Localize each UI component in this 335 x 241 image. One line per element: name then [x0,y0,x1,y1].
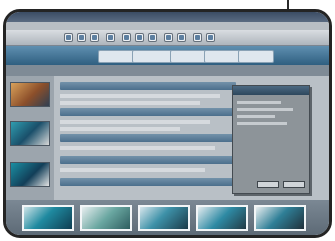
new-icon [66,35,71,40]
cut-icon [124,35,129,40]
dialog-cancel-button[interactable] [283,181,305,188]
filmstrip-thumb-3[interactable] [138,205,190,231]
menu-bar [6,22,329,30]
undo-button[interactable] [164,33,173,42]
dialog-text-line [237,122,287,125]
open-button[interactable] [77,33,86,42]
row-header-1[interactable] [60,82,236,90]
row-text-line [60,168,205,172]
ribbon-button-3[interactable] [170,50,206,63]
toolbar [6,30,329,46]
paste-icon [150,35,155,40]
redo-button[interactable] [177,33,186,42]
save-button[interactable] [90,33,99,42]
filmstrip-thumb-1[interactable] [22,205,74,231]
print-icon [108,35,113,40]
row-text-line [60,101,200,105]
new-button[interactable] [64,33,73,42]
paste-button[interactable] [148,33,157,42]
copy-button[interactable] [135,33,144,42]
title-bar [6,12,329,22]
open-icon [79,35,84,40]
screenshot-frame [3,9,332,238]
help-icon [208,35,213,40]
help-button[interactable] [206,33,215,42]
row-header-4[interactable] [60,156,236,164]
print-button[interactable] [106,33,115,42]
ribbon-button-4[interactable] [204,50,240,63]
row-text-line [60,146,215,150]
zoom-icon [195,35,200,40]
dialog-ok-button[interactable] [257,181,279,188]
row-text-line [60,127,180,131]
ribbon-bar [6,46,329,65]
copy-icon [137,35,142,40]
row-header-5[interactable] [60,178,236,186]
filmstrip-thumb-4[interactable] [196,205,248,231]
ribbon-button-2[interactable] [132,50,172,63]
dialog-title [233,86,309,95]
cut-button[interactable] [122,33,131,42]
filmstrip-thumb-5[interactable] [254,205,306,231]
undo-icon [166,35,171,40]
thumbnail-2[interactable] [10,121,50,146]
thumbnail-1[interactable] [10,82,50,107]
zoom-button[interactable] [193,33,202,42]
thumbnail-3[interactable] [10,162,50,187]
row-header-2[interactable] [60,108,236,116]
row-header-3[interactable] [60,134,236,142]
redo-icon [179,35,184,40]
dialog-text-line [237,101,281,104]
left-thumbnail-panel [6,76,54,200]
row-text-line [60,94,220,98]
dialog-text-line [237,115,275,118]
ribbon-button-1[interactable] [98,50,134,63]
dialog-text-line [237,108,293,111]
save-icon [92,35,97,40]
filmstrip [6,200,329,235]
row-text-line [60,120,210,124]
application-window [6,12,329,235]
breadcrumb-bar [6,65,329,76]
ribbon-button-5[interactable] [238,50,274,63]
filmstrip-thumb-2[interactable] [80,205,132,231]
properties-dialog [232,85,310,194]
